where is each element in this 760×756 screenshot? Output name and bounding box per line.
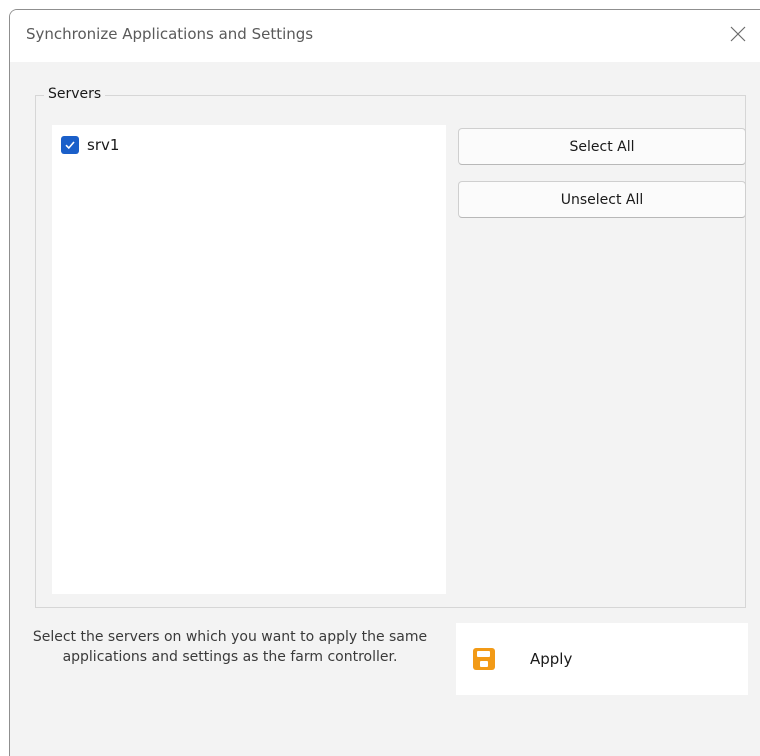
unselect-all-button[interactable]: Unselect All [458,181,746,218]
servers-group-label: Servers [44,86,106,102]
hint-text: Select the servers on which you want to … [32,629,428,665]
server-label: srv1 [87,136,120,154]
close-button[interactable] [716,10,760,58]
server-checkbox[interactable] [61,136,79,154]
apply-button[interactable]: Apply [456,623,748,695]
checkmark-icon [65,141,75,150]
window-title: Synchronize Applications and Settings [26,25,314,43]
close-icon [730,26,746,42]
server-list[interactable]: srv1 [52,125,446,594]
list-item[interactable]: srv1 [61,134,119,156]
title-bar: Synchronize Applications and Settings [10,10,760,62]
select-all-button[interactable]: Select All [458,128,746,165]
save-icon [473,648,495,670]
apply-label: Apply [530,650,573,668]
sync-dialog-window: Synchronize Applications and Settings Se… [9,9,760,756]
